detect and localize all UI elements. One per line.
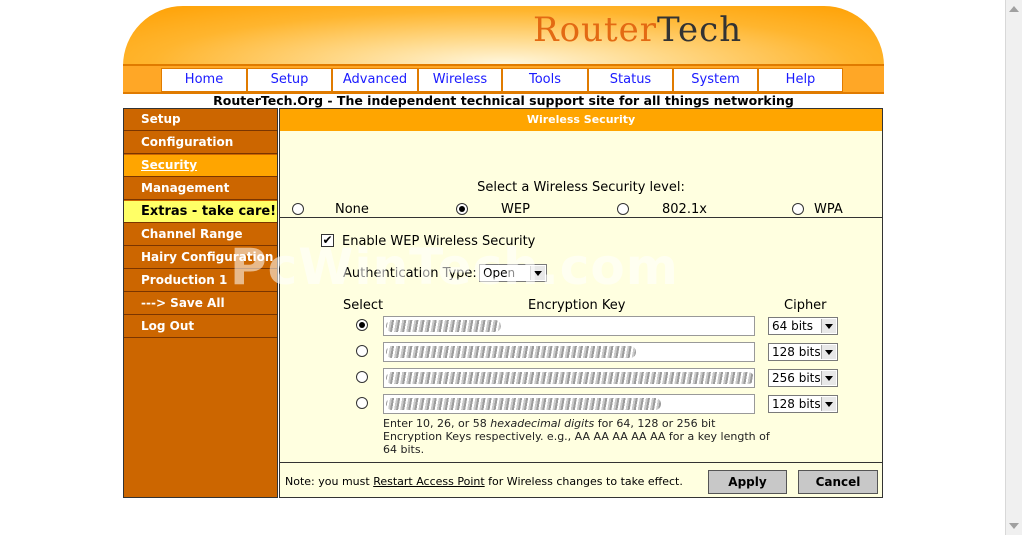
key-4-input[interactable] xyxy=(383,394,755,414)
redacted-key xyxy=(386,346,636,358)
key-1-radio[interactable] xyxy=(356,319,368,331)
level-none-radio[interactable] xyxy=(292,203,304,215)
nav-system[interactable]: System xyxy=(673,68,758,92)
level-none-label: None xyxy=(335,202,369,217)
level-wep-label: WEP xyxy=(501,202,530,217)
key-2-input[interactable] xyxy=(383,342,755,362)
sidebar-item-setup[interactable]: Setup xyxy=(124,109,277,131)
key-3-cipher-select[interactable]: 256 bits xyxy=(768,369,838,387)
chevron-down-icon xyxy=(821,397,836,411)
sidebar-item-hairy-configuration[interactable]: Hairy Configuration xyxy=(124,247,277,269)
sidebar-item-log-out[interactable]: Log Out xyxy=(124,316,277,338)
vertical-scrollbar[interactable] xyxy=(1005,0,1022,535)
footer-bar: Note: you must Restart Access Point for … xyxy=(280,462,882,498)
security-level-prompt: Select a Wireless Security level: xyxy=(477,180,685,195)
key-2-radio[interactable] xyxy=(356,345,368,357)
scroll-down-icon[interactable] xyxy=(1009,523,1019,529)
sidebar-item-save-all[interactable]: ---> Save All xyxy=(124,293,277,315)
cancel-button[interactable]: Cancel xyxy=(798,470,878,494)
restart-access-point-link[interactable]: Restart Access Point xyxy=(373,475,485,488)
sidebar-item-management[interactable]: Management xyxy=(124,178,277,200)
nav-help[interactable]: Help xyxy=(758,68,843,92)
sidebar-item-channel-range[interactable]: Channel Range xyxy=(124,224,277,246)
enable-wep-checkbox[interactable]: ✔ xyxy=(321,234,334,247)
level-wep-radio[interactable] xyxy=(456,203,468,215)
column-encryption-key: Encryption Key xyxy=(528,298,626,313)
sidebar-item-production-1[interactable]: Production 1 xyxy=(124,270,277,292)
site-tagline: RouterTech.Org - The independent technic… xyxy=(213,93,794,108)
restart-note: Note: you must Restart Access Point for … xyxy=(285,475,683,488)
key-3-input[interactable] xyxy=(383,368,755,388)
key-1-cipher-select[interactable]: 64 bits xyxy=(768,317,838,335)
auth-type-select[interactable]: Open xyxy=(479,264,547,282)
nav-wireless[interactable]: Wireless xyxy=(418,68,502,92)
nav-status[interactable]: Status xyxy=(588,68,673,92)
key-3-radio[interactable] xyxy=(356,371,368,383)
chevron-down-icon xyxy=(821,319,836,333)
wireless-security-panel: Wireless Security Select a Wireless Secu… xyxy=(279,108,883,498)
redacted-key xyxy=(386,320,501,332)
nav-tools[interactable]: Tools xyxy=(502,68,588,92)
key-4-radio[interactable] xyxy=(356,397,368,409)
sidebar-item-configuration[interactable]: Configuration xyxy=(124,132,277,154)
sidebar: Setup Configuration Security Management … xyxy=(123,108,278,498)
top-nav: Home Setup Advanced Wireless Tools Statu… xyxy=(123,64,884,94)
column-select: Select xyxy=(343,298,384,313)
column-cipher: Cipher xyxy=(784,298,827,313)
sidebar-item-extras[interactable]: Extras - take care! xyxy=(124,201,277,223)
level-wpa-label: WPA xyxy=(814,202,843,217)
section-divider xyxy=(280,217,882,218)
level-wpa-radio[interactable] xyxy=(792,203,804,215)
key-4-cipher-select[interactable]: 128 bits xyxy=(768,395,838,413)
chevron-down-icon xyxy=(821,371,836,385)
nav-setup[interactable]: Setup xyxy=(247,68,332,92)
key-2-cipher-select[interactable]: 128 bits xyxy=(768,343,838,361)
panel-title: Wireless Security xyxy=(280,109,882,131)
nav-advanced[interactable]: Advanced xyxy=(332,68,418,92)
routertech-logo: RouterTech xyxy=(533,10,743,50)
auth-type-label: Authentication Type: xyxy=(343,266,477,281)
redacted-key xyxy=(386,398,661,410)
level-8021x-label: 802.1x xyxy=(662,202,707,217)
header-banner: RouterTech xyxy=(123,6,884,66)
enable-wep-label: Enable WEP Wireless Security xyxy=(342,234,536,249)
chevron-down-icon xyxy=(530,266,545,280)
scroll-up-icon[interactable] xyxy=(1009,6,1019,12)
chevron-down-icon xyxy=(821,345,836,359)
apply-button[interactable]: Apply xyxy=(708,470,787,494)
key-length-help: Enter 10, 26, or 58 hexadecimal digits f… xyxy=(383,417,770,456)
redacted-key xyxy=(386,372,754,384)
key-1-input[interactable] xyxy=(383,316,755,336)
sidebar-item-security[interactable]: Security xyxy=(124,155,277,177)
nav-home[interactable]: Home xyxy=(161,68,247,92)
level-8021x-radio[interactable] xyxy=(617,203,629,215)
